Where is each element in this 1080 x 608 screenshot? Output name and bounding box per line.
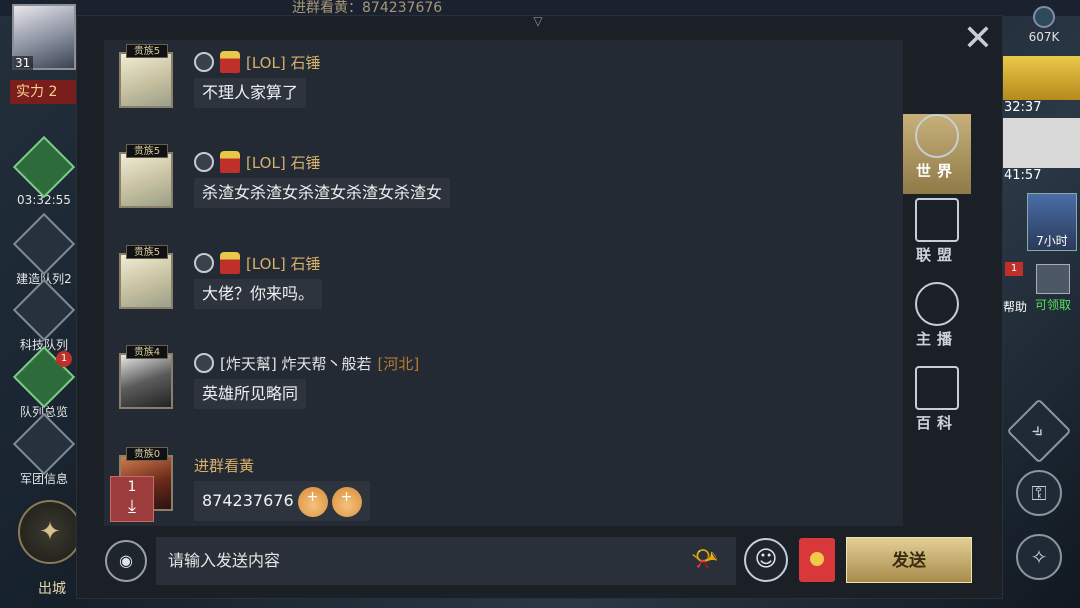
top-bar-text: 进群看黄：874237676 xyxy=(292,0,443,16)
help-badge: 1 xyxy=(1005,262,1023,276)
message-text: 874237676 xyxy=(202,491,294,510)
compass-icon[interactable]: ✦ xyxy=(18,500,82,564)
message-header: [LOL] 石锤 xyxy=(194,150,320,174)
timer-a: 32:37 xyxy=(1004,100,1042,115)
emoji-picker-icon[interactable]: ☺ xyxy=(744,538,788,582)
vip-badge: 贵族5 xyxy=(126,44,168,58)
arrow-icon[interactable]: » xyxy=(1006,398,1072,464)
vip-badge: 贵族5 xyxy=(126,245,168,259)
tab-world[interactable]: 世界 xyxy=(903,114,971,194)
coin-icon xyxy=(1033,6,1055,28)
timer-b: 41:57 xyxy=(1004,168,1042,183)
globe-chat-icon xyxy=(915,114,959,158)
help-label[interactable]: 帮助 xyxy=(1003,298,1027,315)
message-bubble[interactable]: 不理人家算了 xyxy=(194,78,307,108)
emoji-icon xyxy=(331,477,362,517)
alliance-chat-icon xyxy=(915,198,959,242)
emoji-icon xyxy=(297,477,328,517)
resource-counter[interactable]: 607K xyxy=(1012,4,1076,44)
message-bubble[interactable]: 874237676 xyxy=(194,477,370,521)
message-bubble[interactable]: 杀渣女杀渣女杀渣女杀渣女杀渣女 xyxy=(194,178,451,208)
book-search-icon xyxy=(915,366,959,410)
message-header: [LOL] 石锤 xyxy=(194,251,320,275)
new-message-button[interactable]: 1 ⤓ xyxy=(110,476,154,522)
vip-badge: 贵族4 xyxy=(126,345,168,359)
new-message-count: 1 xyxy=(127,479,137,495)
message-bubble[interactable]: 大佬？你来吗。 xyxy=(194,279,323,309)
official-icon xyxy=(220,51,240,73)
message-header: [LOL] 石锤 xyxy=(194,50,320,74)
message-header: [炸天幫] 炸天帮丶般若 [河北] xyxy=(194,351,419,375)
channel-tabs: 世界 联盟 主播 百科 xyxy=(903,110,971,446)
sender-name[interactable]: [炸天幫] 炸天帮丶般若 xyxy=(220,353,371,374)
out-city-label: 出城 xyxy=(38,581,66,597)
sender-name[interactable]: 进群看黃 xyxy=(194,455,254,476)
shuriken-icon[interactable]: ✧ xyxy=(1016,534,1062,580)
avatar[interactable] xyxy=(119,253,173,309)
sender-name[interactable]: [LOL] 石锤 xyxy=(246,152,320,173)
castle-claim-icon xyxy=(1036,264,1070,294)
arrow-down-icon: ⤓ xyxy=(128,496,136,517)
sender-name[interactable]: [LOL] 石锤 xyxy=(246,253,320,274)
tab-alliance[interactable]: 联盟 xyxy=(903,198,971,278)
castle-icon xyxy=(12,135,76,199)
red-packet-icon[interactable] xyxy=(799,538,835,582)
quest-scroll-icon[interactable] xyxy=(1003,118,1080,168)
message-bubble[interactable]: 英雄所见略同 xyxy=(194,379,307,409)
official-icon xyxy=(220,252,240,274)
official-icon xyxy=(220,151,240,173)
chat-message-list[interactable]: 贵族5 [LOL] 石锤 不理人家算了 贵族5 [LOL] 石锤 杀渣女杀渣女杀… xyxy=(104,40,903,526)
side-button-build-queue[interactable]: 建造队列2 xyxy=(12,212,76,287)
avatar[interactable] xyxy=(119,152,173,208)
claim-button[interactable]: 可领取 xyxy=(1032,264,1074,313)
side-button-legion-info[interactable]: 军团信息 xyxy=(12,412,76,487)
tab-wiki[interactable]: 百科 xyxy=(903,366,971,446)
sender-name[interactable]: [LOL] 石锤 xyxy=(246,52,320,73)
chat-input[interactable]: 请输入发送内容 xyxy=(156,537,736,585)
vip-badge: 贵族0 xyxy=(126,447,168,461)
rank-icon xyxy=(194,253,214,273)
panel-notch-icon: ▽ xyxy=(533,14,543,28)
player-level: 31 xyxy=(12,56,34,70)
flame-rank-icon xyxy=(194,353,214,373)
castle-event-button[interactable]: 7小时 xyxy=(1027,193,1077,251)
send-button[interactable]: 发送 xyxy=(846,537,972,583)
voice-icon[interactable]: ◉ xyxy=(105,540,147,582)
rank-icon xyxy=(194,52,214,72)
queue-badge: 1 xyxy=(56,351,72,367)
atom-icon xyxy=(12,278,76,342)
lock-icon xyxy=(12,212,76,276)
tab-streamer[interactable]: 主播 xyxy=(903,282,971,362)
region-tag: [河北] xyxy=(377,354,420,373)
message-header: 进群看黃 xyxy=(194,453,254,477)
game-screen: 进群看黄：874237676 31 实力 2 03:32:55 建造队列2 科技… xyxy=(0,0,1080,608)
side-button-timer[interactable]: 03:32:55 xyxy=(12,135,76,207)
vip-badge: 贵族5 xyxy=(126,144,168,158)
power-label[interactable]: 实力 2 xyxy=(10,80,80,104)
avatar[interactable] xyxy=(119,353,173,409)
close-icon[interactable]: ✕ xyxy=(958,20,998,60)
avatar[interactable] xyxy=(119,52,173,108)
lock-button-icon[interactable]: ⚿ xyxy=(1016,470,1062,516)
side-button-tech-queue[interactable]: 科技队列 xyxy=(12,278,76,353)
horn-icon[interactable]: 📯 xyxy=(683,545,727,575)
rank-icon xyxy=(194,152,214,172)
gold-event-icon[interactable] xyxy=(1003,56,1080,100)
side-button-queue-overview[interactable]: 1 队列总览 xyxy=(12,345,76,420)
play-icon xyxy=(915,282,959,326)
helmet-icon xyxy=(12,412,76,476)
